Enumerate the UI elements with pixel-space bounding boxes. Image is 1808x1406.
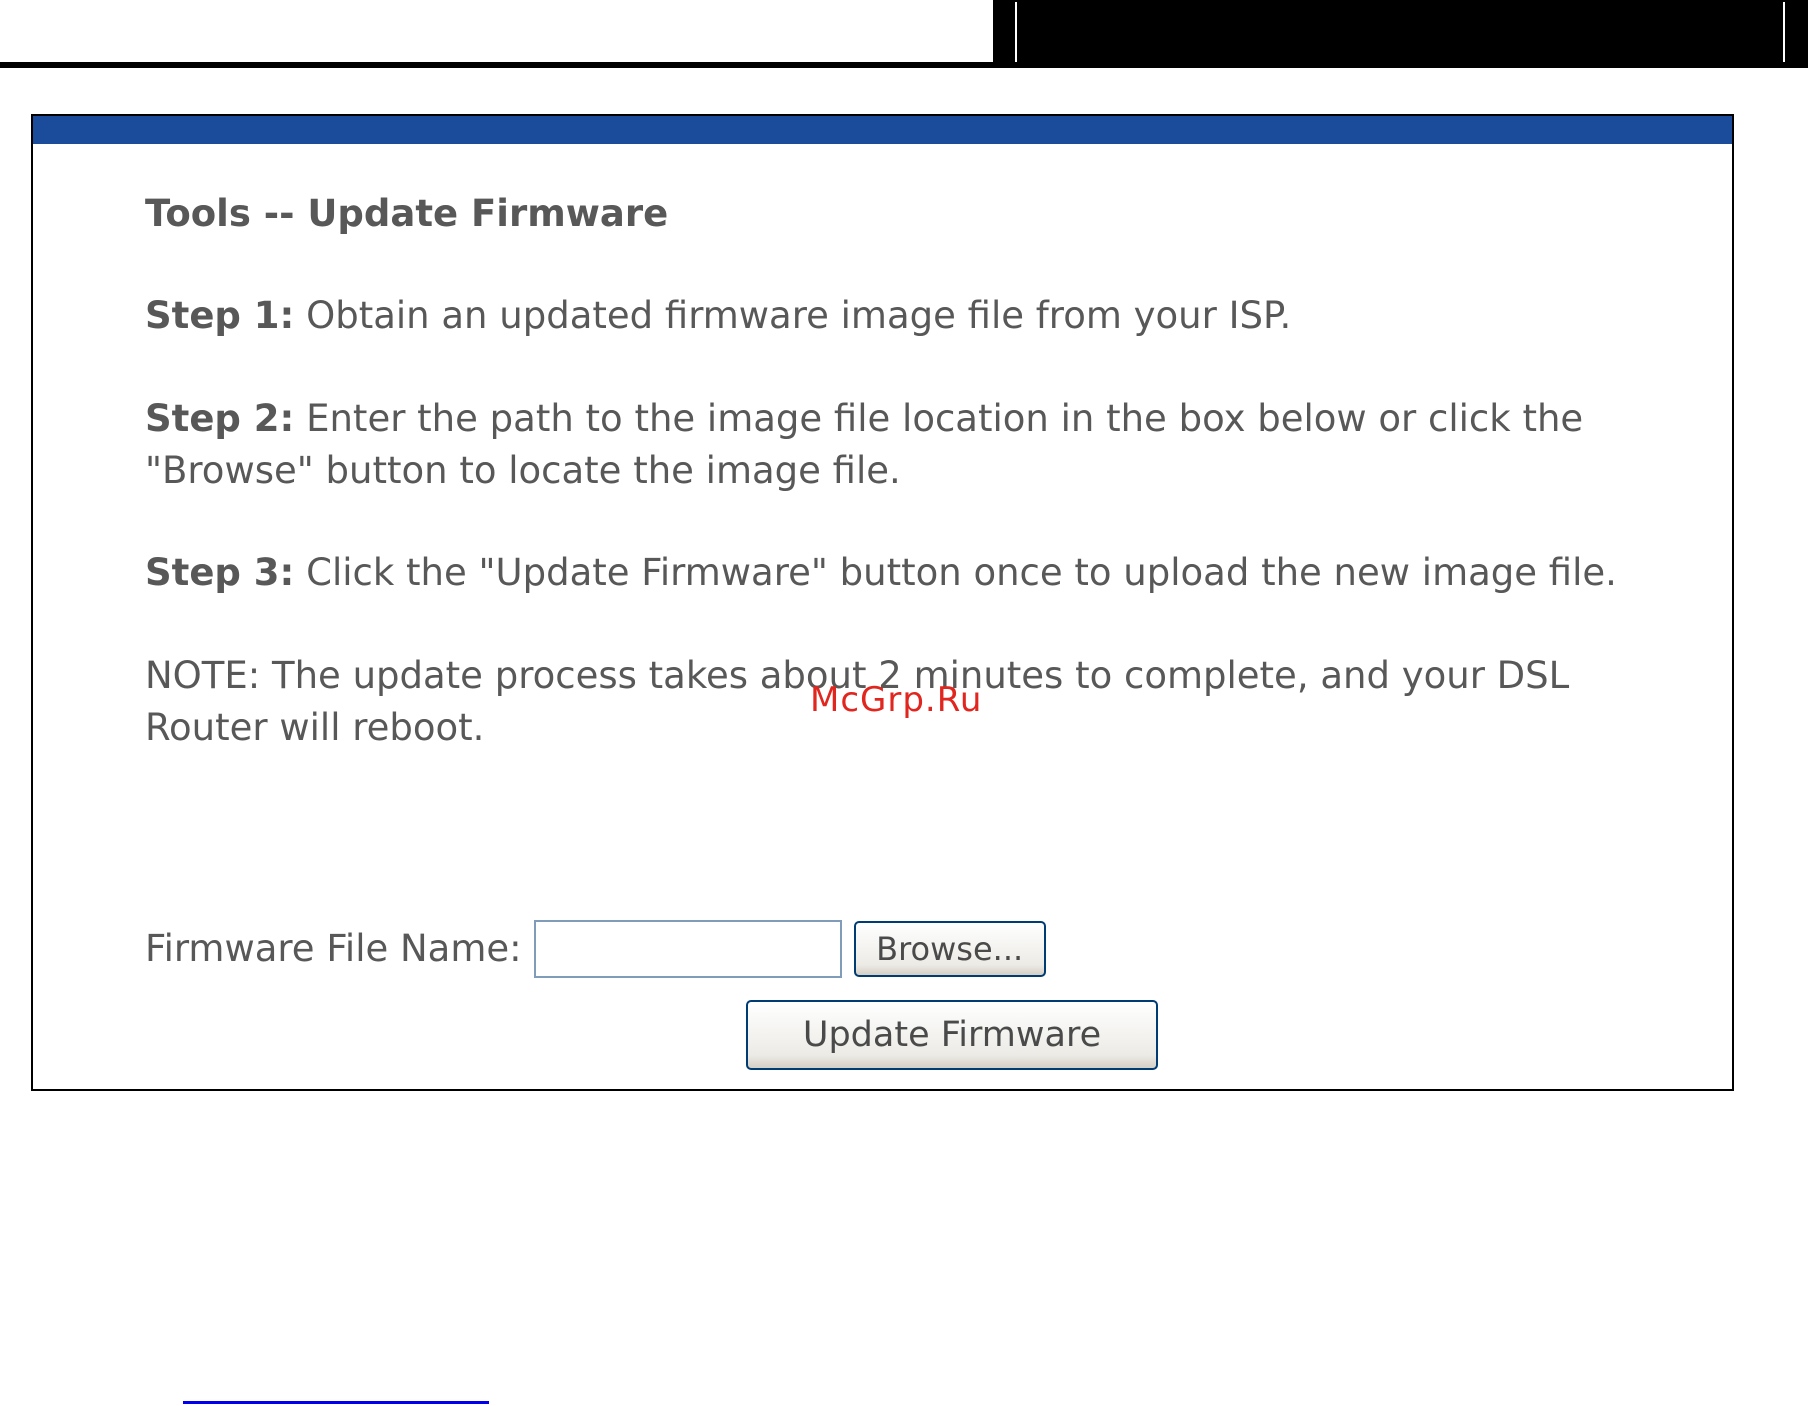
- browse-button[interactable]: Browse...: [853, 921, 1046, 977]
- top-bar-notch-right: [1783, 2, 1785, 62]
- firmware-file-label: Firmware File Name:: [145, 927, 522, 970]
- step-3-text: Click the "Update Firmware" button once …: [294, 551, 1617, 594]
- top-rule: [0, 62, 1000, 68]
- top-bar-notch-left: [1015, 2, 1017, 62]
- step-1-label: Step 1:: [145, 294, 295, 337]
- bottom-link-underline: [183, 1401, 489, 1404]
- update-firmware-button[interactable]: Update Firmware: [746, 1000, 1158, 1070]
- firmware-panel: Tools -- Update Firmware Step 1: Obtain …: [31, 114, 1734, 1091]
- step-2: Step 2: Enter the path to the image file…: [145, 393, 1645, 497]
- firmware-file-row: Firmware File Name: Browse...: [145, 918, 1046, 980]
- panel-header-bar: [33, 116, 1732, 144]
- step-1: Step 1: Obtain an updated firmware image…: [145, 290, 1645, 342]
- firmware-file-input[interactable]: [533, 920, 842, 978]
- top-black-bar: [993, 0, 1808, 68]
- step-2-label: Step 2:: [145, 397, 295, 440]
- step-1-text: Obtain an updated firmware image file fr…: [294, 294, 1292, 337]
- watermark-text: McGrp.Ru: [810, 680, 983, 720]
- step-3-label: Step 3:: [145, 551, 295, 594]
- page-title: Tools -- Update Firmware: [145, 192, 669, 235]
- step-3: Step 3: Click the "Update Firmware" butt…: [145, 547, 1645, 599]
- step-2-text: Enter the path to the image file locatio…: [145, 397, 1584, 492]
